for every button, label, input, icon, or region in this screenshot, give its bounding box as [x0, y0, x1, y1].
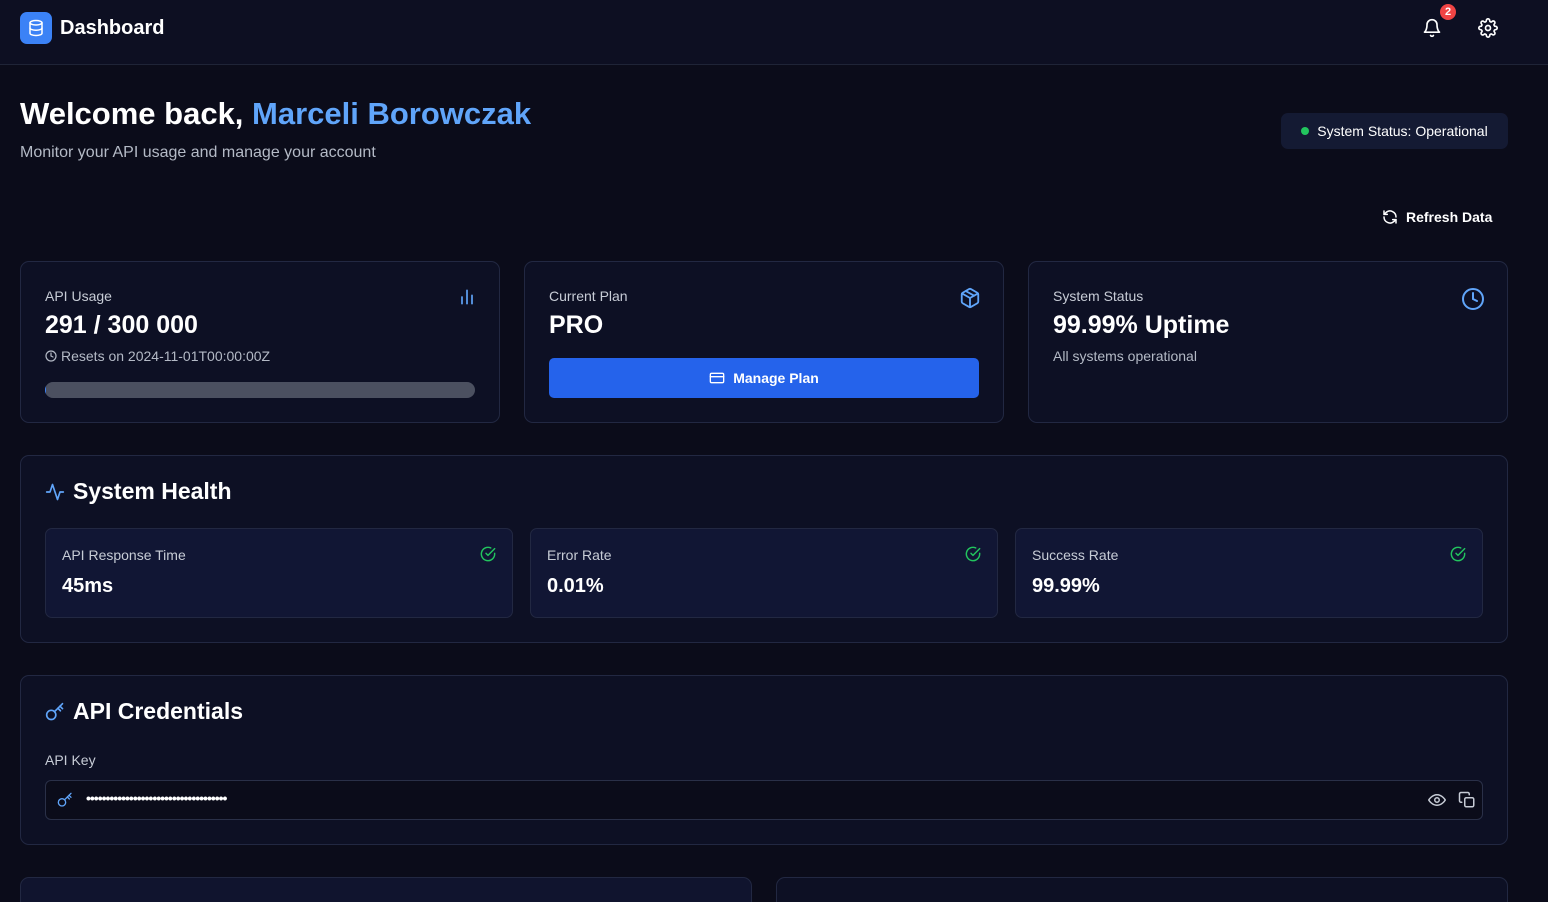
- manage-plan-label: Manage Plan: [733, 370, 819, 386]
- usage-reset-text: Resets on 2024-11-01T00:00:00Z: [61, 348, 271, 364]
- api-key-field[interactable]: ••••••••••••••••••••••••••••••••••••: [45, 780, 1483, 820]
- current-plan-label: Current Plan: [549, 288, 628, 304]
- system-health-title: System Health: [45, 478, 232, 505]
- welcome-heading: Welcome back, Marceli Borowczak: [20, 96, 531, 132]
- gear-icon: [1478, 18, 1498, 38]
- database-icon: [20, 12, 52, 44]
- app-title: Dashboard: [60, 16, 165, 39]
- system-health-section: System Health API Response Time 45ms Err…: [20, 455, 1508, 643]
- systems-operational-note: All systems operational: [1053, 348, 1197, 364]
- top-bar: Dashboard 2: [0, 0, 1548, 65]
- metric-label: Success Rate: [1032, 547, 1119, 563]
- api-credentials-section: API Credentials API Key ••••••••••••••••…: [20, 675, 1508, 845]
- api-credentials-title: API Credentials: [45, 698, 243, 725]
- metric-value: 99.99%: [1032, 575, 1100, 597]
- metric-value: 45ms: [62, 575, 114, 597]
- key-icon: [57, 792, 72, 807]
- api-usage-value: 291 / 300 000: [45, 311, 198, 339]
- notifications-button[interactable]: [1418, 14, 1446, 42]
- notification-count-badge: 2: [1440, 4, 1456, 20]
- refresh-data-label: Refresh Data: [1406, 209, 1493, 225]
- key-icon: [45, 702, 64, 720]
- eye-icon: [1428, 794, 1446, 806]
- usage-progress-bar: [45, 382, 475, 398]
- metric-card-response-time: API Response Time 45ms: [45, 528, 513, 618]
- api-usage-label: API Usage: [45, 288, 112, 304]
- settings-button[interactable]: [1474, 14, 1502, 42]
- current-plan-value: PRO: [549, 311, 604, 339]
- refresh-icon: [1383, 210, 1397, 224]
- copy-key-button[interactable]: [1458, 791, 1476, 809]
- api-key-masked-value: ••••••••••••••••••••••••••••••••••••: [86, 790, 227, 806]
- current-plan-card: Current Plan PRO Manage Plan: [524, 261, 1004, 423]
- welcome-subtitle: Monitor your API usage and manage your a…: [20, 144, 376, 161]
- toggle-key-visibility-button[interactable]: [1428, 791, 1446, 809]
- check-circle-icon: [965, 546, 981, 562]
- api-usage-card: API Usage 291 / 300 000 Resets on 2024-1…: [20, 261, 500, 423]
- clock-icon: [45, 350, 57, 362]
- system-status-card-label: System Status: [1053, 288, 1144, 304]
- brand[interactable]: Dashboard: [20, 12, 164, 44]
- check-circle-icon: [1450, 546, 1466, 562]
- user-name: Marceli Borowczak: [252, 96, 532, 131]
- activity-icon: [45, 483, 65, 500]
- system-status-pill: System Status: Operational: [1281, 113, 1508, 149]
- manage-plan-button[interactable]: Manage Plan: [549, 358, 979, 398]
- metric-card-success-rate: Success Rate 99.99%: [1015, 528, 1483, 618]
- metric-label: Error Rate: [547, 547, 612, 563]
- api-key-label: API Key: [45, 752, 96, 768]
- metric-card-error-rate: Error Rate 0.01%: [530, 528, 998, 618]
- copy-icon: [1458, 791, 1475, 808]
- bottom-right-card: [776, 877, 1508, 902]
- system-status-card: System Status 99.99% Uptime All systems …: [1028, 261, 1508, 423]
- greeting-text: Welcome back,: [20, 96, 253, 131]
- system-status-label: System Status: Operational: [1317, 123, 1488, 139]
- uptime-value: 99.99% Uptime: [1053, 311, 1230, 339]
- check-circle-icon: [480, 546, 496, 562]
- package-icon: [960, 287, 980, 309]
- status-dot: [1301, 127, 1310, 135]
- system-health-title-text: System Health: [73, 478, 232, 504]
- api-credentials-title-text: API Credentials: [73, 698, 243, 724]
- metric-value: 0.01%: [547, 575, 604, 597]
- refresh-data-button[interactable]: Refresh Data: [1376, 202, 1498, 232]
- bar-chart-icon: [461, 289, 473, 305]
- metric-label: API Response Time: [62, 547, 186, 563]
- bell-icon: [1423, 18, 1441, 38]
- bottom-left-card: [20, 877, 752, 902]
- clock-icon: [1462, 288, 1484, 310]
- credit-card-icon: [709, 372, 725, 384]
- usage-reset-note: Resets on 2024-11-01T00:00:00Z: [45, 348, 270, 364]
